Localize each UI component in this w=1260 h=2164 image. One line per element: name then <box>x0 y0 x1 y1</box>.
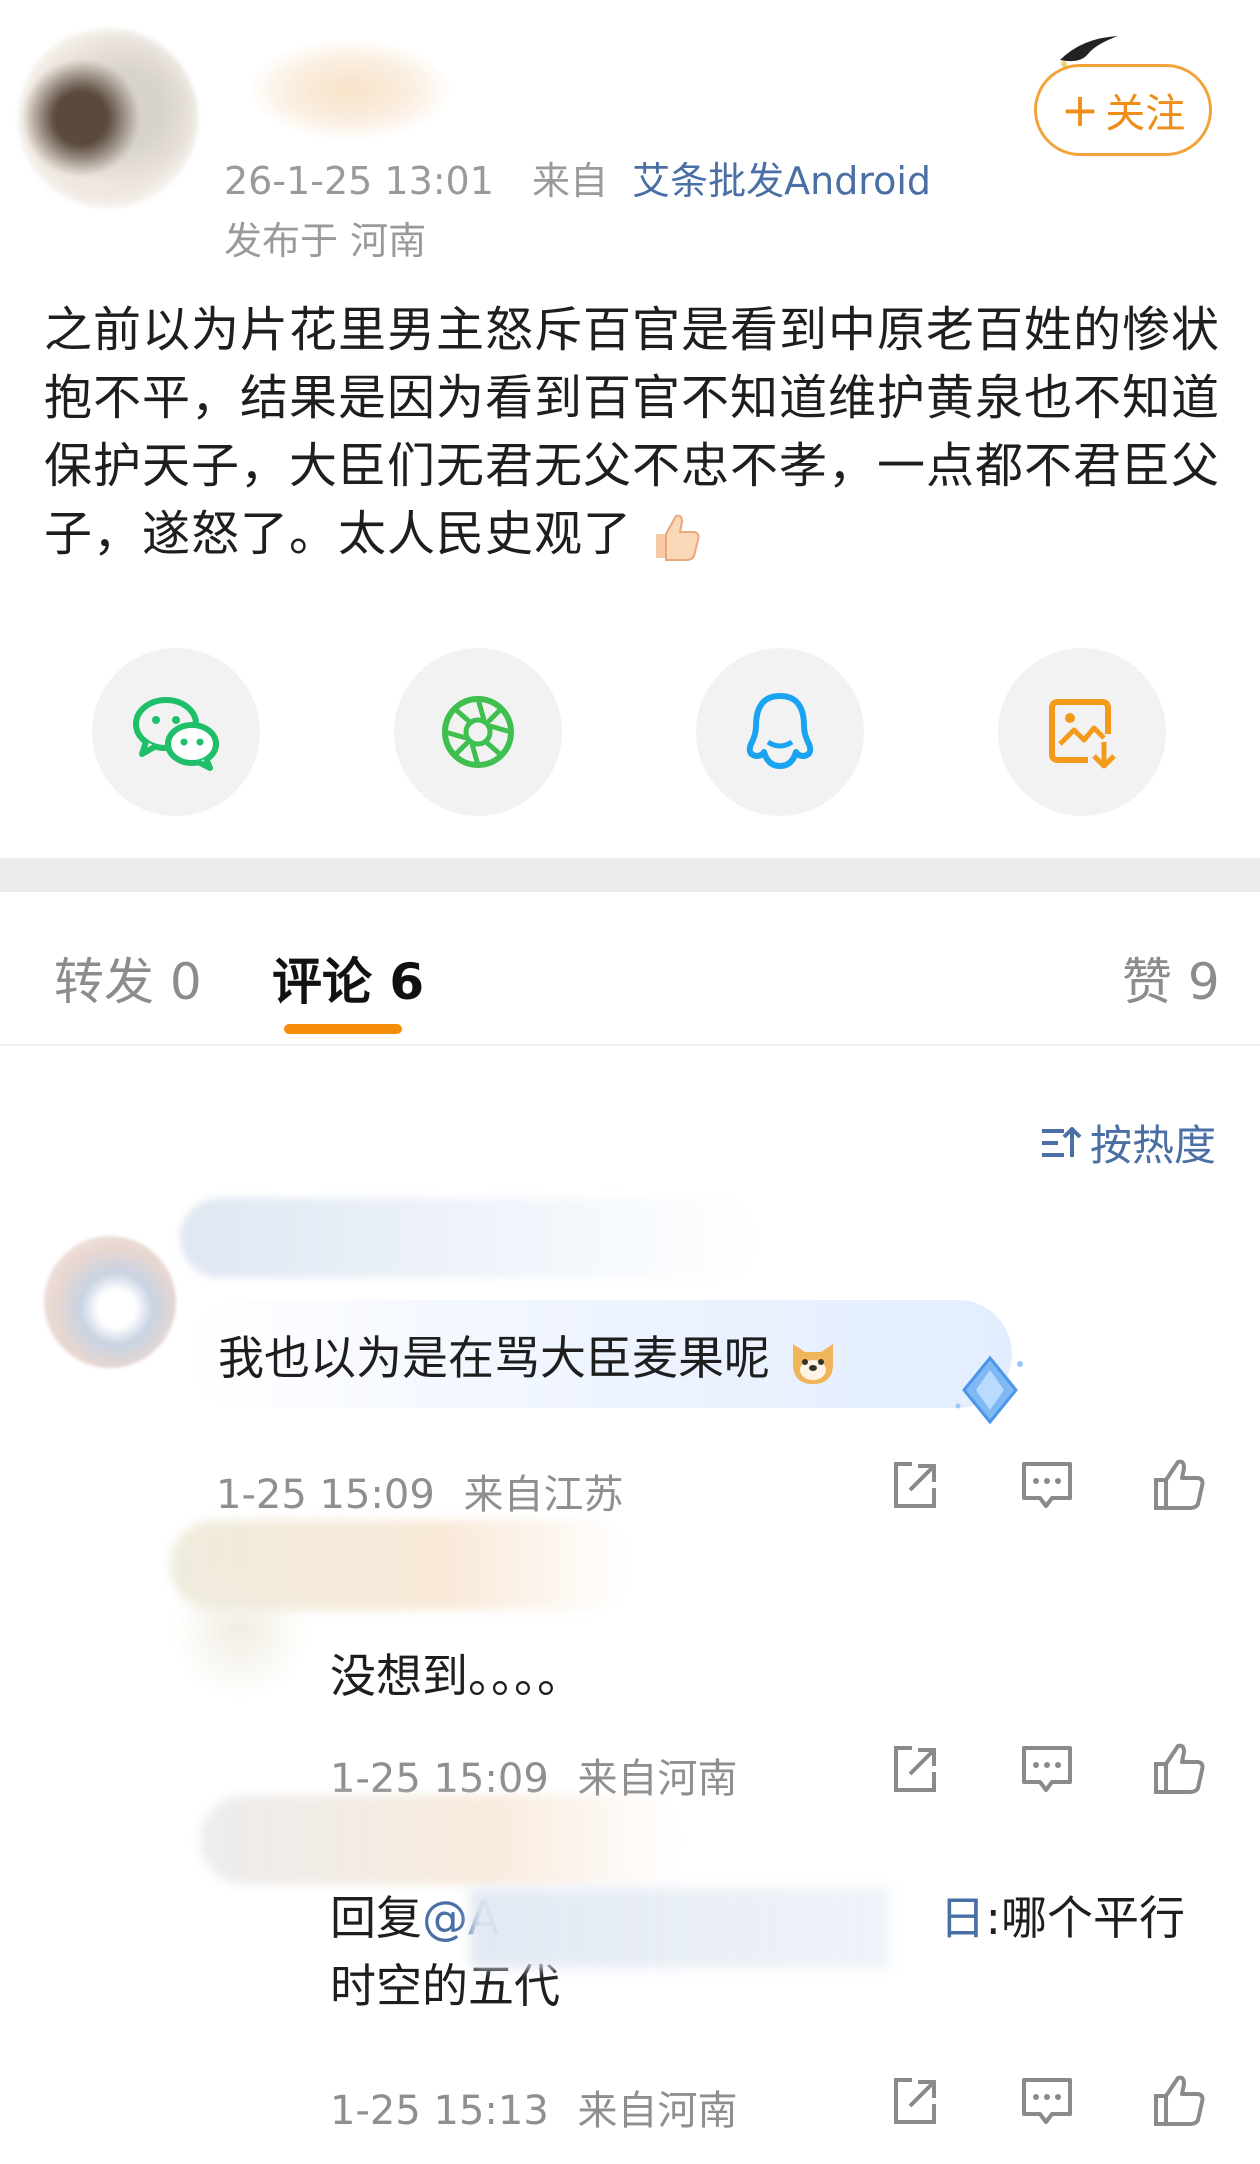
post-source-prefix: 来自 <box>532 159 609 203</box>
thumbs-up-icon <box>656 514 700 561</box>
comment-time: 1-25 15:09 <box>216 1472 435 1518</box>
like-icon[interactable] <box>1152 1742 1206 1796</box>
share-icon[interactable] <box>888 2074 942 2128</box>
plus-icon: + <box>1060 83 1100 137</box>
comment-avatar[interactable] <box>44 1236 176 1368</box>
like-icon[interactable] <box>1152 1458 1206 1512</box>
post-body: 之前以为片花里男主怒斥百官是看到中原老百姓的惨状抱不平，结果是因为看到百官不知道… <box>44 296 1224 568</box>
save-image-icon <box>1049 699 1116 769</box>
comment-text: 我也以为是在骂大臣麦果呢 <box>218 1322 841 1390</box>
section-divider <box>0 858 1260 892</box>
share-icon[interactable] <box>888 1458 942 1512</box>
diamond-badge-icon <box>955 1355 1023 1425</box>
share-moments-button[interactable] <box>394 648 562 816</box>
comment-icon[interactable] <box>1020 2074 1074 2128</box>
share-icon[interactable] <box>888 1742 942 1796</box>
save-image-button[interactable] <box>998 648 1166 816</box>
tab-likes[interactable]: 赞 9 <box>1122 942 1220 1014</box>
tabs-divider <box>0 1044 1260 1046</box>
dog-icon <box>792 1343 833 1384</box>
comment-text-content: 我也以为是在骂大臣麦果呢 <box>218 1331 770 1385</box>
reply-meta: 1-25 15:13 来自河南 <box>330 2078 738 2136</box>
reply-author-redacted <box>200 1795 680 1885</box>
comment-meta: 1-25 15:09 来自江苏 <box>216 1462 624 1520</box>
post-location: 发布于 河南 <box>224 219 427 263</box>
sort-by-hot-toggle[interactable]: 按热度 <box>1040 1112 1216 1173</box>
like-icon[interactable] <box>1152 2074 1206 2128</box>
post-author-name-redacted <box>250 40 450 140</box>
moments-icon <box>442 696 514 768</box>
post-author-avatar[interactable] <box>18 28 198 208</box>
reply-text: 没想到。。。。 <box>330 1649 583 1703</box>
comment-icon[interactable] <box>1020 1458 1074 1512</box>
sort-label: 按热度 <box>1090 1121 1217 1170</box>
mention-redacted <box>470 1888 890 1968</box>
post-source-link[interactable]: 艾条批发Android <box>632 159 931 203</box>
mention-link-end[interactable]: 日 <box>939 1891 985 1945</box>
qq-icon <box>746 693 814 769</box>
post-meta: 26-1-25 13:01 来自 艾条批发Android <box>224 150 931 205</box>
active-tab-indicator <box>284 1024 402 1034</box>
tab-comments[interactable]: 评论 6 <box>272 942 424 1014</box>
reply-avatar[interactable] <box>170 1560 310 1700</box>
tab-repost[interactable]: 转发 0 <box>54 942 202 1014</box>
share-qq-button[interactable] <box>696 648 864 816</box>
comment-author-redacted <box>180 1198 760 1278</box>
follow-label: 关注 <box>1105 91 1186 137</box>
comment-location: 来自江苏 <box>463 1472 624 1518</box>
reply-prefix: 回复 <box>330 1891 422 1945</box>
wechat-icon <box>133 697 219 771</box>
post-timestamp: 26-1-25 13:01 <box>224 159 494 203</box>
reply-location: 来自河南 <box>577 2088 738 2134</box>
post-text: 之前以为片花里男主怒斥百官是看到中原老百姓的惨状抱不平，结果是因为看到百官不知道… <box>44 302 1221 562</box>
comment-icon[interactable] <box>1020 1742 1074 1796</box>
follow-button[interactable]: + 关注 <box>1034 64 1212 156</box>
sort-icon <box>1042 1126 1082 1157</box>
reply-time: 1-25 15:13 <box>330 2088 549 2134</box>
share-wechat-button[interactable] <box>92 648 260 816</box>
